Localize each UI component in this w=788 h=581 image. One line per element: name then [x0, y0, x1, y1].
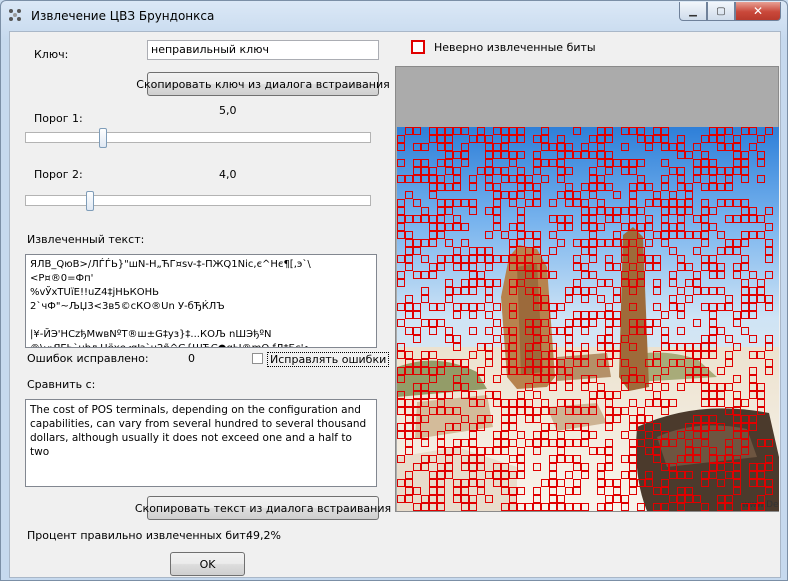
copy-text-button-label: Скопировать текст из диалога встраивания: [134, 501, 392, 515]
threshold2-slider[interactable]: [25, 191, 371, 215]
close-icon: ✕: [752, 4, 764, 18]
threshold1-thumb[interactable]: [99, 128, 107, 148]
threshold1-slider[interactable]: [25, 128, 371, 152]
result-image: www.De: [397, 127, 779, 511]
copy-key-button-label: Скопировать ключ из диалога встраивания: [136, 77, 390, 91]
copy-key-button[interactable]: Скопировать ключ из диалога встраивания: [136, 72, 390, 96]
percent-label: Процент правильно извлеченных бит:: [27, 529, 250, 542]
threshold1-value: 5,0: [219, 104, 237, 117]
minimize-button[interactable]: ▁: [679, 2, 707, 21]
compare-label: Сравнить с:: [27, 378, 96, 391]
legend-swatch: [411, 40, 425, 54]
errors-corrected-label: Ошибок исправлено:: [27, 352, 149, 365]
threshold2-value: 4,0: [219, 168, 237, 181]
percent-value: 49,2%: [246, 529, 281, 542]
ok-button[interactable]: OK: [170, 552, 245, 576]
fix-errors-checkbox[interactable]: [252, 353, 263, 364]
dialog-client-area: Ключ: неправильный ключ Скопировать ключ…: [9, 31, 781, 578]
window-title: Извлечение ЦВЗ Брундонкса: [31, 9, 215, 23]
errors-corrected-count: 0: [188, 352, 195, 365]
window-controls: ▁ ▢ ✕: [679, 2, 781, 21]
close-button[interactable]: ✕: [735, 2, 781, 21]
key-label: Ключ:: [34, 48, 69, 61]
threshold2-label: Порог 2:: [34, 168, 83, 181]
key-input[interactable]: неправильный ключ: [147, 40, 379, 60]
maximize-button[interactable]: ▢: [707, 2, 735, 21]
image-watermark: www.De: [742, 500, 779, 510]
maximize-icon: ▢: [716, 5, 726, 17]
copy-text-button[interactable]: Скопировать текст из диалога встраивания: [135, 496, 391, 520]
ok-button-label: OK: [199, 557, 216, 571]
threshold1-track: [25, 132, 371, 143]
key-input-value: неправильный ключ: [151, 43, 269, 56]
fix-errors-label[interactable]: Исправлять ошибки: [267, 352, 390, 367]
compare-text-area[interactable]: The cost of POS terminals, depending on …: [25, 399, 377, 487]
minimize-icon: ▁: [689, 5, 697, 17]
threshold1-label: Порог 1:: [34, 112, 83, 125]
extracted-text-label: Извлеченный текст:: [27, 233, 145, 246]
image-panel: www.De: [395, 66, 779, 512]
threshold2-track: [25, 195, 371, 206]
dialog-window: Извлечение ЦВЗ Брундонкса ▁ ▢ ✕ Ключ: не…: [0, 0, 788, 581]
extracted-text-area[interactable]: ЯЛВ_QюВ>/ЛЃЃЬ}"шN-Н„ЋГ¤sv-‡-ПЖQ1Nic,є^Нє…: [25, 254, 377, 348]
threshold2-thumb[interactable]: [86, 191, 94, 211]
app-icon: [9, 9, 23, 23]
title-bar[interactable]: Извлечение ЦВЗ Брундонкса ▁ ▢ ✕: [1, 1, 787, 31]
legend-label: Неверно извлеченные биты: [434, 41, 596, 54]
